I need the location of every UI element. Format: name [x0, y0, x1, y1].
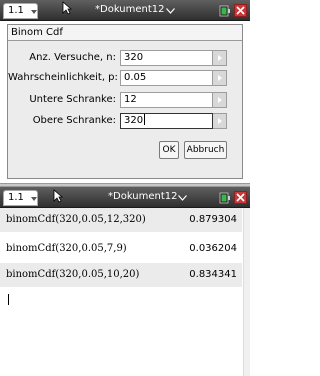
probability-label: Wahrscheinlichkeit, p:: [8, 72, 118, 83]
battery-icon: [219, 192, 230, 204]
entry-result: 0.036204: [189, 243, 237, 254]
page-tab[interactable]: 1.1: [3, 3, 38, 19]
chevron-down-icon[interactable]: [166, 8, 175, 14]
probability-input[interactable]: 0.05: [120, 70, 213, 86]
tab-chevron-icon: [31, 10, 37, 14]
binom-cdf-dialog: Binom Cdf Anz. Versuche, n: 320 Wahrsche…: [7, 24, 243, 179]
page-tab-label: 1.1: [8, 5, 24, 16]
field-row-probability: Wahrscheinlichkeit, p: 0.05: [8, 69, 242, 87]
field-row-trials: Anz. Versuche, n: 320: [8, 49, 242, 67]
top-title-bar: 1.1 *Dokument12: [0, 0, 250, 21]
dropdown-arrow-icon: [218, 55, 222, 61]
dropdown-arrow-icon: [218, 75, 222, 81]
tab-chevron-icon: [31, 197, 37, 201]
cancel-button[interactable]: Abbruch: [184, 141, 227, 159]
entry-line-cursor[interactable]: [8, 294, 9, 305]
bottom-title-bar: 1.1 *Dokument12: [0, 187, 250, 208]
ok-button[interactable]: OK: [159, 141, 179, 159]
top-pane: Binom Cdf Anz. Versuche, n: 320 Wahrsche…: [0, 21, 250, 183]
dropdown-arrow-icon: [218, 97, 222, 103]
entry-result: 0.879304: [189, 214, 237, 225]
battery-icon: [219, 5, 230, 17]
dropdown-arrow-icon: [218, 118, 222, 124]
entry-expression: binomCdf(320,0.05,10,20): [6, 269, 140, 280]
field-row-lower-bound: Untere Schranke: 12: [8, 91, 242, 109]
upper-bound-label: Obere Schranke:: [32, 115, 116, 126]
text-caret: [144, 114, 146, 125]
mouse-pointer-icon: [62, 1, 72, 15]
mouse-pointer-icon: [53, 189, 63, 203]
entry-expression: binomCdf(320,0.05,7,9): [6, 243, 127, 254]
close-button[interactable]: [234, 191, 247, 204]
page-tab[interactable]: 1.1: [3, 190, 38, 206]
scrollbar[interactable]: [243, 208, 250, 376]
close-icon: [236, 6, 245, 15]
history-entry[interactable]: binomCdf(320,0.05,12,320) 0.879304: [0, 208, 242, 232]
history-entry[interactable]: binomCdf(320,0.05,7,9) 0.036204: [0, 237, 242, 261]
history-entry[interactable]: binomCdf(320,0.05,10,20) 0.834341: [0, 263, 242, 287]
close-button[interactable]: [234, 4, 247, 17]
entry-result: 0.834341: [189, 269, 237, 280]
document-title: *Dokument12: [95, 4, 165, 15]
upper-bound-input[interactable]: 320: [120, 113, 213, 129]
close-icon: [236, 193, 245, 202]
lower-bound-label: Untere Schranke:: [29, 94, 116, 105]
trials-input[interactable]: 320: [120, 50, 213, 66]
upper-bound-dropdown-button[interactable]: [213, 113, 227, 129]
field-row-upper-bound: Obere Schranke: 320: [8, 112, 242, 130]
entry-expression: binomCdf(320,0.05,12,320): [6, 214, 146, 225]
page-tab-label: 1.1: [8, 192, 24, 203]
lower-bound-input[interactable]: 12: [120, 92, 213, 108]
chevron-down-icon[interactable]: [178, 195, 187, 201]
document-title: *Dokument12: [108, 191, 178, 202]
lower-bound-dropdown-button[interactable]: [213, 92, 227, 108]
dialog-title: Binom Cdf: [8, 25, 242, 41]
probability-dropdown-button[interactable]: [213, 70, 227, 86]
upper-bound-value: 320: [124, 115, 144, 126]
trials-dropdown-button[interactable]: [213, 50, 227, 66]
calculator-pane[interactable]: binomCdf(320,0.05,12,320) 0.879304 binom…: [0, 208, 250, 376]
trials-label: Anz. Versuche, n:: [29, 52, 116, 63]
